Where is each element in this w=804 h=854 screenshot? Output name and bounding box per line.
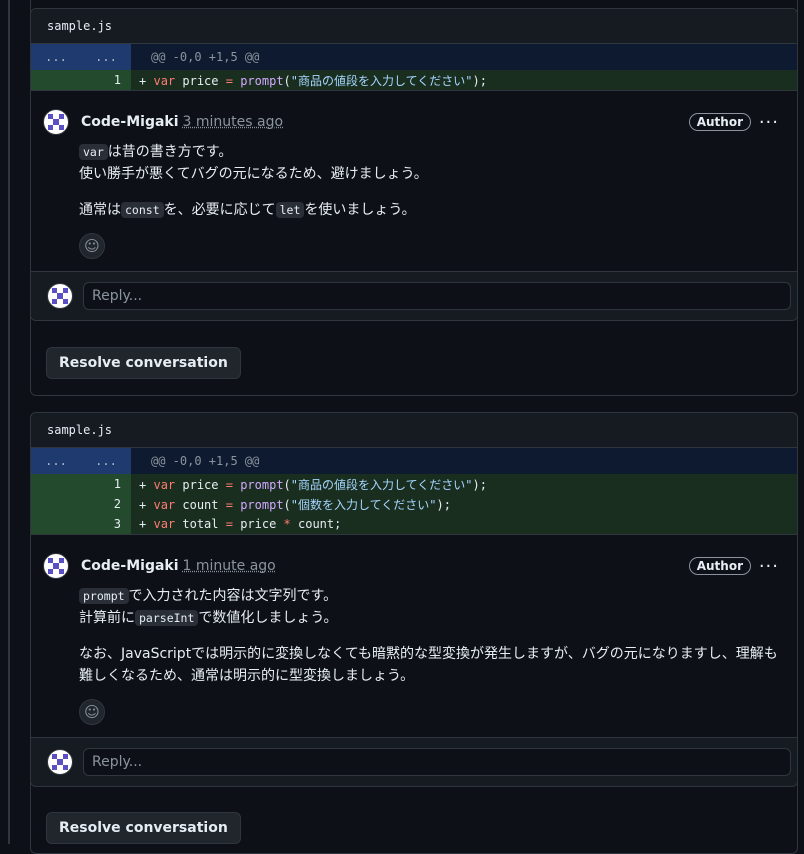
avatar bbox=[47, 749, 73, 775]
inline-code: let bbox=[275, 202, 305, 218]
more-options-icon[interactable]: ··· bbox=[759, 112, 779, 133]
code-content: + var price = prompt("商品の値段を入力してください"); bbox=[139, 477, 487, 492]
comment-paragraph: なお、JavaScriptでは明示的に変換しなくても暗黙的な型変換が発生しますが… bbox=[79, 646, 778, 662]
code-content: + var total = price * count; bbox=[139, 517, 342, 531]
file-name: sample.js bbox=[47, 423, 113, 437]
reply-input[interactable]: Reply... bbox=[83, 748, 791, 776]
comment-header: Code-Migaki 1 minute ago Author ··· bbox=[43, 553, 781, 579]
reply-row: Reply... bbox=[31, 737, 797, 786]
diff-line: 1 + var price = prompt("商品の値段を入力してください")… bbox=[31, 70, 797, 90]
hunk-expand-right[interactable]: ... bbox=[81, 44, 131, 70]
review-thread: sample.js ... ... @@ -0,0 +1,5 @@ 1 + va… bbox=[30, 412, 798, 787]
file-header: sample.js bbox=[31, 413, 797, 448]
diff-line: 3 + var total = price * count; bbox=[31, 514, 797, 534]
author-badge: Author bbox=[688, 113, 751, 131]
author-badge: Author bbox=[688, 557, 751, 575]
comment-paragraph: var は昔の書き方です。 bbox=[79, 141, 781, 163]
comment-author[interactable]: Code-Migaki bbox=[81, 558, 179, 574]
comment-timestamp[interactable]: 1 minute ago bbox=[183, 558, 276, 574]
resolve-conversation-button[interactable]: Resolve conversation bbox=[46, 812, 241, 844]
diff-line: 2 + var count = prompt("個数を入力してください"); bbox=[31, 494, 797, 514]
comment-body: prompt で入力された内容は文字列です。 計算前に parseInt で数値化しま… bbox=[79, 585, 781, 725]
hunk-expand-left[interactable]: ... bbox=[31, 44, 81, 70]
old-line-number bbox=[31, 474, 81, 494]
reply-row: Reply... bbox=[31, 271, 797, 320]
avatar[interactable] bbox=[43, 553, 69, 579]
comment-paragraph: prompt で入力された内容は文字列です。 bbox=[79, 585, 781, 607]
hunk-header: @@ -0,0 +1,5 @@ bbox=[151, 454, 260, 468]
diff-line: 1 + var price = prompt("商品の値段を入力してください")… bbox=[31, 474, 797, 494]
comment-header: Code-Migaki 3 minutes ago Author ··· bbox=[43, 109, 781, 135]
hunk-row: ... ... @@ -0,0 +1,5 @@ bbox=[31, 44, 797, 70]
inline-code: parseInt bbox=[135, 610, 199, 626]
file-header: sample.js bbox=[31, 9, 797, 44]
add-reaction-icon[interactable]: ☺ bbox=[79, 233, 105, 259]
avatar bbox=[47, 283, 73, 309]
code-content: + var count = prompt("個数を入力してください"); bbox=[139, 497, 451, 512]
review-comment: Code-Migaki 3 minutes ago Author ··· var… bbox=[31, 91, 797, 271]
comment-paragraph: 使い勝手が悪くてバグの元になるため、避けましょう。 bbox=[79, 166, 428, 182]
old-line-number bbox=[31, 70, 81, 90]
avatar[interactable] bbox=[43, 109, 69, 135]
code-content: + var price = prompt("商品の値段を入力してください"); bbox=[139, 73, 487, 88]
comment-body: var は昔の書き方です。 使い勝手が悪くてバグの元になるため、避けましょう。 通… bbox=[79, 141, 781, 259]
old-line-number bbox=[31, 514, 81, 534]
file-name: sample.js bbox=[47, 19, 113, 33]
hunk-expand-left[interactable]: ... bbox=[31, 448, 81, 474]
hunk-expand-right[interactable]: ... bbox=[81, 448, 131, 474]
review-thread: sample.js ... ... @@ -0,0 +1,5 @@ 1 + va… bbox=[30, 8, 798, 321]
diff-view: ... ... @@ -0,0 +1,5 @@ 1 + var price = … bbox=[31, 448, 797, 535]
add-reaction-icon[interactable]: ☺ bbox=[79, 699, 105, 725]
resolve-conversation-button[interactable]: Resolve conversation bbox=[46, 347, 241, 379]
more-options-icon[interactable]: ··· bbox=[759, 556, 779, 577]
timeline-line bbox=[8, 0, 10, 844]
new-line-number[interactable]: 1 bbox=[81, 70, 131, 90]
review-comment: Code-Migaki 1 minute ago Author ··· prom… bbox=[31, 535, 797, 737]
reply-input[interactable]: Reply... bbox=[83, 282, 791, 310]
inline-code: const bbox=[121, 202, 164, 218]
comment-paragraph: 通常は const を、必要に応じて let を使いましょう。 bbox=[79, 202, 416, 218]
new-line-number[interactable]: 3 bbox=[81, 514, 131, 534]
comment-timestamp[interactable]: 3 minutes ago bbox=[183, 114, 284, 130]
comment-paragraph: 計算前に parseInt で数値化しましょう。 bbox=[79, 610, 338, 626]
new-line-number[interactable]: 2 bbox=[81, 494, 131, 514]
hunk-header: @@ -0,0 +1,5 @@ bbox=[151, 50, 260, 64]
new-line-number[interactable]: 1 bbox=[81, 474, 131, 494]
inline-code: var bbox=[79, 144, 108, 160]
old-line-number bbox=[31, 494, 81, 514]
hunk-row: ... ... @@ -0,0 +1,5 @@ bbox=[31, 448, 797, 474]
comment-paragraph: 難しくなるため、通常は明示的に型変換しましょう。 bbox=[79, 668, 415, 684]
diff-view: ... ... @@ -0,0 +1,5 @@ 1 + var price = … bbox=[31, 44, 797, 91]
inline-code: prompt bbox=[79, 588, 129, 604]
comment-author[interactable]: Code-Migaki bbox=[81, 114, 179, 130]
